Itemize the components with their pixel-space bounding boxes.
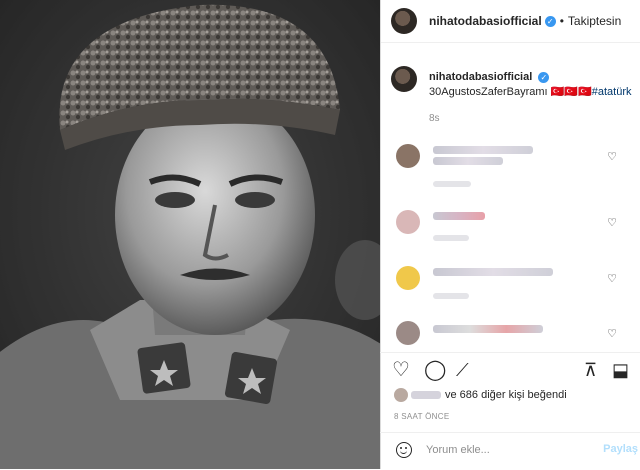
- comment-blurred-text: [433, 146, 533, 154]
- heart-icon[interactable]: ♡: [607, 327, 617, 340]
- verified-badge-icon: ✓: [544, 15, 556, 27]
- comment-avatar[interactable]: [396, 321, 420, 345]
- likes-line: ve 686 diğer kişi beğendi: [394, 388, 567, 402]
- comment-item: ♡: [391, 266, 631, 310]
- like-heart-icon[interactable]: ♡: [392, 359, 410, 381]
- comment-blurred-text: [433, 268, 553, 276]
- instagram-post: nihatodabasiofficial ✓ • Takiptesin niha…: [0, 0, 640, 469]
- heart-icon[interactable]: ♡: [607, 216, 617, 229]
- likes-count-text[interactable]: ve 686 diğer kişi beğendi: [445, 389, 567, 401]
- heart-icon[interactable]: ♡: [607, 272, 617, 285]
- comment-item: ♡: [391, 144, 631, 188]
- post-photo[interactable]: [0, 0, 380, 469]
- liker-blurred-name[interactable]: [411, 391, 441, 399]
- caption-text: 30AgustosZaferBayramı 🇹🇷🇹🇷🇹🇷: [429, 86, 592, 98]
- liker-avatar[interactable]: [394, 388, 408, 402]
- portrait-image: [0, 0, 380, 469]
- comment-bubble-icon[interactable]: ◯: [424, 359, 446, 381]
- header-separator: •: [559, 14, 564, 28]
- comment-blurred-text: [433, 325, 543, 333]
- comment-input[interactable]: [424, 443, 588, 457]
- comment-blurred-text: [433, 212, 485, 220]
- avatar[interactable]: [391, 8, 417, 34]
- heart-icon[interactable]: ♡: [607, 150, 617, 163]
- post-header: nihatodabasiofficial ✓ • Takiptesin: [381, 0, 640, 43]
- caption-avatar[interactable]: [391, 66, 417, 92]
- post-timestamp[interactable]: 8 SAAT ÖNCE: [394, 412, 449, 421]
- post-comment-button[interactable]: Paylaş: [603, 443, 638, 455]
- caption-time: 8s: [429, 113, 440, 124]
- share-send-icon[interactable]: ⟋: [456, 359, 469, 381]
- action-bar: ♡ ◯ ⟋ ⊼ ⬓: [380, 352, 640, 391]
- upload-icon[interactable]: ⬓: [612, 359, 629, 381]
- comment-item: ♡: [391, 210, 631, 254]
- header-username[interactable]: nihatodabasiofficial: [429, 14, 542, 28]
- caption-text-block: nihatodabasiofficial ✓ 30AgustosZaferBay…: [429, 70, 639, 100]
- emoji-icon[interactable]: [396, 442, 412, 458]
- caption-hashtag[interactable]: #atatürk: [592, 86, 632, 98]
- comment-blurred-meta: [433, 235, 469, 241]
- save-bookmark-icon[interactable]: ⊼: [584, 359, 597, 381]
- comment-avatar[interactable]: [396, 210, 420, 234]
- caption-verified-icon: ✓: [538, 71, 550, 83]
- following-button[interactable]: Takiptesin: [568, 14, 621, 28]
- comment-box: Paylaş: [380, 432, 640, 470]
- comment-blurred-meta: [433, 293, 469, 299]
- comment-avatar[interactable]: [396, 266, 420, 290]
- comment-blurred-meta: [433, 181, 471, 187]
- comment-avatar[interactable]: [396, 144, 420, 168]
- comment-blurred-text: [433, 157, 503, 165]
- caption-username[interactable]: nihatodabasiofficial: [429, 71, 532, 83]
